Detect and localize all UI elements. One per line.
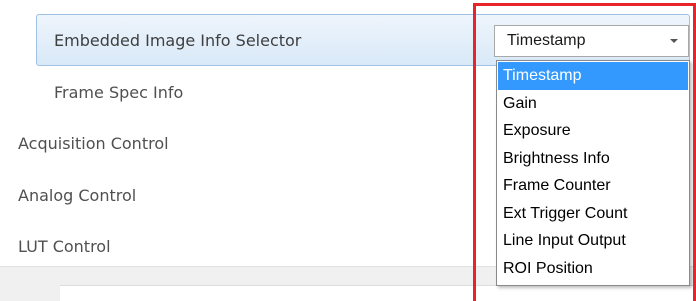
frame-spec-info-label[interactable]: Frame Spec Info [54, 83, 183, 102]
acquisition-control-label[interactable]: Acquisition Control [18, 134, 169, 153]
combobox-value: Timestamp [507, 32, 586, 49]
option-frame-counter[interactable]: Frame Counter [497, 172, 689, 200]
option-roi-position[interactable]: ROI Position [497, 255, 689, 283]
option-exposure[interactable]: Exposure [497, 117, 689, 145]
embedded-image-info-combobox[interactable]: Timestamp [494, 25, 689, 57]
analog-control-label[interactable]: Analog Control [18, 186, 136, 205]
option-line-input-output[interactable]: Line Input Output [497, 227, 689, 255]
bottom-panel [60, 285, 696, 301]
option-brightness-info[interactable]: Brightness Info [497, 145, 689, 173]
embedded-image-info-selector-label[interactable]: Embedded Image Info Selector [54, 31, 301, 50]
property-panel: Embedded Image Info Selector Frame Spec … [0, 0, 696, 301]
option-ext-trigger-count[interactable]: Ext Trigger Count [497, 200, 689, 228]
option-timestamp[interactable]: Timestamp [498, 62, 688, 90]
option-gain[interactable]: Gain [497, 90, 689, 118]
chevron-down-icon[interactable] [670, 39, 678, 43]
lut-control-label[interactable]: LUT Control [18, 237, 111, 256]
combobox-dropdown-list: Timestamp Gain Exposure Brightness Info … [496, 60, 690, 286]
